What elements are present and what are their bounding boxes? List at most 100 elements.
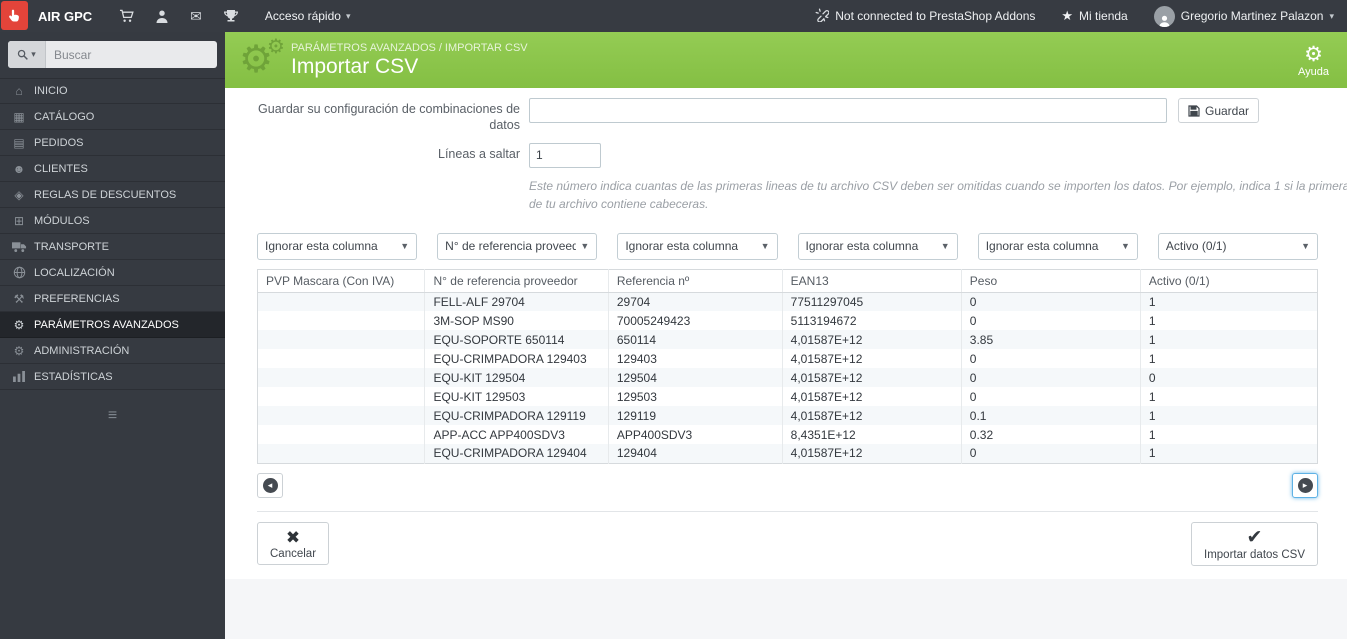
modules-icon: ⊞	[13, 213, 25, 228]
sidebar-item-catalogo[interactable]: ▦ CATÁLOGO	[0, 104, 225, 130]
chevron-down-icon: ▾	[1329, 10, 1334, 21]
table-cell: EQU-SOPORTE 650114	[424, 330, 609, 349]
column-type-select-3[interactable]: Ignorar esta columna ▼	[797, 232, 958, 260]
config-name-input[interactable]	[529, 98, 1167, 123]
table-cell: 3.85	[960, 330, 1141, 349]
column-type-select-5[interactable]: Activo (0/1) ▼	[1157, 232, 1319, 260]
skip-lines-label: Líneas a saltar	[438, 146, 520, 161]
messages-icon[interactable]: ✉	[179, 8, 213, 25]
table-cell: EQU-KIT 129503	[424, 387, 609, 406]
sidebar-item-label: REGLAS DE DESCUENTOS	[34, 188, 177, 201]
table-cell: 1	[1139, 330, 1318, 349]
search-type-dropdown[interactable]: ▾	[8, 41, 46, 68]
table-cell: APP-ACC APP400SDV3	[424, 425, 609, 444]
sidebar-item-label: CLIENTES	[34, 162, 88, 175]
sidebar-item-estadisticas[interactable]: ESTADÍSTICAS	[0, 364, 225, 390]
sidebar-item-label: MÓDULOS	[34, 214, 90, 227]
help-gear-icon: ⚙	[1304, 42, 1323, 66]
sidebar-item-label: PREFERENCIAS	[34, 292, 120, 305]
sidebar-item-label: INICIO	[34, 85, 68, 97]
table-cell	[258, 444, 425, 463]
sidebar-item-reglas-de-descuentos[interactable]: ◈ REGLAS DE DESCUENTOS	[0, 182, 225, 208]
user-menu[interactable]: Gregorio Martinez Palazon ▾	[1141, 5, 1347, 27]
action-bar: ✖ Cancelar ✔ Importar datos CSV	[257, 510, 1318, 579]
chevron-down-icon: ▼	[760, 241, 770, 251]
table-cell: 29704	[607, 292, 783, 311]
search-input[interactable]	[46, 41, 217, 68]
breadcrumb-current: IMPORTAR CSV	[444, 41, 528, 54]
table-cell: 4,01587E+12	[781, 387, 962, 406]
sidebar-item-clientes[interactable]: ☻ CLIENTES	[0, 156, 225, 182]
star-icon: ★	[1061, 8, 1074, 23]
sidebar-item-label: PARÁMETROS AVANZADOS	[34, 318, 179, 331]
customers-icon: ☻	[12, 161, 26, 176]
select-value: Activo (0/1)	[1165, 239, 1227, 253]
administration-icon: ⚙	[13, 343, 25, 358]
topbar: AIR GPC ✉ Acceso rápido ▾ Not connected …	[0, 0, 1347, 32]
skip-lines-input[interactable]	[529, 142, 601, 168]
table-cell: 1	[1139, 311, 1318, 330]
pagination: ◂ ▸	[257, 472, 1318, 498]
table-cell: EQU-CRIMPADORA 129119	[424, 406, 609, 425]
catalog-icon: ▦	[13, 109, 25, 124]
cancel-button[interactable]: ✖ Cancelar	[257, 521, 330, 565]
chevron-down-icon: ▼	[400, 241, 410, 251]
sidebar-item-pedidos[interactable]: ▤ PEDIDOS	[0, 130, 225, 156]
addons-connection-status[interactable]: Not connected to PrestaShop Addons	[802, 8, 1048, 25]
customers-quick-icon[interactable]	[145, 10, 179, 23]
shipping-icon	[10, 241, 28, 253]
select-value: Ignorar esta columna	[805, 239, 919, 253]
orders-icon: ▤	[13, 135, 25, 150]
collapse-menu-button[interactable]: ≡	[96, 407, 130, 425]
sidebar-item-transporte[interactable]: TRANSPORTE	[0, 234, 225, 260]
home-icon: ⌂	[15, 84, 23, 98]
sidebar-item-localizacion[interactable]: LOCALIZACIÓN	[0, 260, 225, 286]
table-cell: APP400SDV3	[607, 425, 783, 444]
next-page-button[interactable]: ▸	[1292, 472, 1318, 498]
csv-preview-table: PVP Mascara (Con IVA) N° de referencia pr…	[257, 268, 1318, 464]
avatar	[1153, 5, 1175, 27]
sidebar-item-label: ESTADÍSTICAS	[34, 370, 113, 383]
table-cell	[258, 292, 425, 311]
table-cell: 129404	[607, 444, 783, 463]
column-mapping-row: Ignorar esta columna ▼ N° de referencia pr…	[257, 232, 1319, 260]
sidebar-item-administracion[interactable]: ⚙ ADMINISTRACIÓN	[0, 338, 225, 364]
chevron-down-icon: ▼	[580, 241, 590, 251]
column-type-select-0[interactable]: Ignorar esta columna ▼	[257, 232, 418, 260]
table-cell: 0	[960, 444, 1141, 463]
table-cell: 1	[1139, 444, 1318, 463]
help-button[interactable]: ⚙ Ayuda	[1298, 43, 1331, 78]
column-header: EAN13	[781, 269, 962, 293]
prev-page-button[interactable]: ◂	[257, 472, 283, 498]
quick-access-menu[interactable]: Acceso rápido ▾	[265, 9, 351, 23]
sidebar-item-preferencias[interactable]: ⚒ PREFERENCIAS	[0, 286, 225, 312]
save-config-button[interactable]: Guardar	[1178, 98, 1260, 123]
table-cell: 0	[960, 349, 1141, 368]
sidebar-item-parametros-avanzados[interactable]: ⚙ PARÁMETROS AVANZADOS	[0, 312, 225, 338]
preferences-icon: ⚒	[13, 291, 25, 306]
table-cell: 1	[1139, 387, 1318, 406]
table-cell: 129403	[607, 349, 783, 368]
import-csv-button[interactable]: ✔ Importar datos CSV	[1191, 521, 1318, 566]
table-cell: 1	[1139, 349, 1318, 368]
trophy-icon[interactable]	[213, 9, 249, 23]
sidebar-item-label: TRANSPORTE	[34, 240, 109, 253]
table-cell: 0	[960, 387, 1141, 406]
hand-cursor-icon	[1, 1, 28, 30]
cart-icon[interactable]	[108, 9, 145, 23]
config-save-label: Guardar su configuración de combinacione…	[258, 102, 520, 133]
sidebar-item-label: PEDIDOS	[34, 136, 84, 149]
sidebar-item-modulos[interactable]: ⊞ MÓDULOS	[0, 208, 225, 234]
table-row: EQU-CRIMPADORA 129404 129404 4,01587E+12 0 1	[257, 444, 1318, 463]
column-type-select-4[interactable]: Ignorar esta columna ▼	[977, 232, 1138, 260]
breadcrumb-parent[interactable]: PARÁMETROS AVANZADOS	[291, 42, 436, 54]
my-shop-link[interactable]: ★ Mi tienda	[1048, 8, 1140, 24]
column-type-select-1[interactable]: N° de referencia proveedo ▼	[437, 232, 598, 260]
shop-name[interactable]: AIR GPC	[32, 9, 108, 24]
column-type-select-2[interactable]: Ignorar esta columna ▼	[617, 232, 778, 260]
sidebar-item-inicio[interactable]: ⌂ INICIO	[0, 78, 225, 104]
table-row: FELL-ALF 29704 29704 77511297045 0 1	[257, 292, 1318, 311]
my-shop-label: Mi tienda	[1079, 9, 1128, 23]
table-cell: 0	[1139, 368, 1318, 387]
sidebar-search: ▾	[8, 41, 217, 68]
